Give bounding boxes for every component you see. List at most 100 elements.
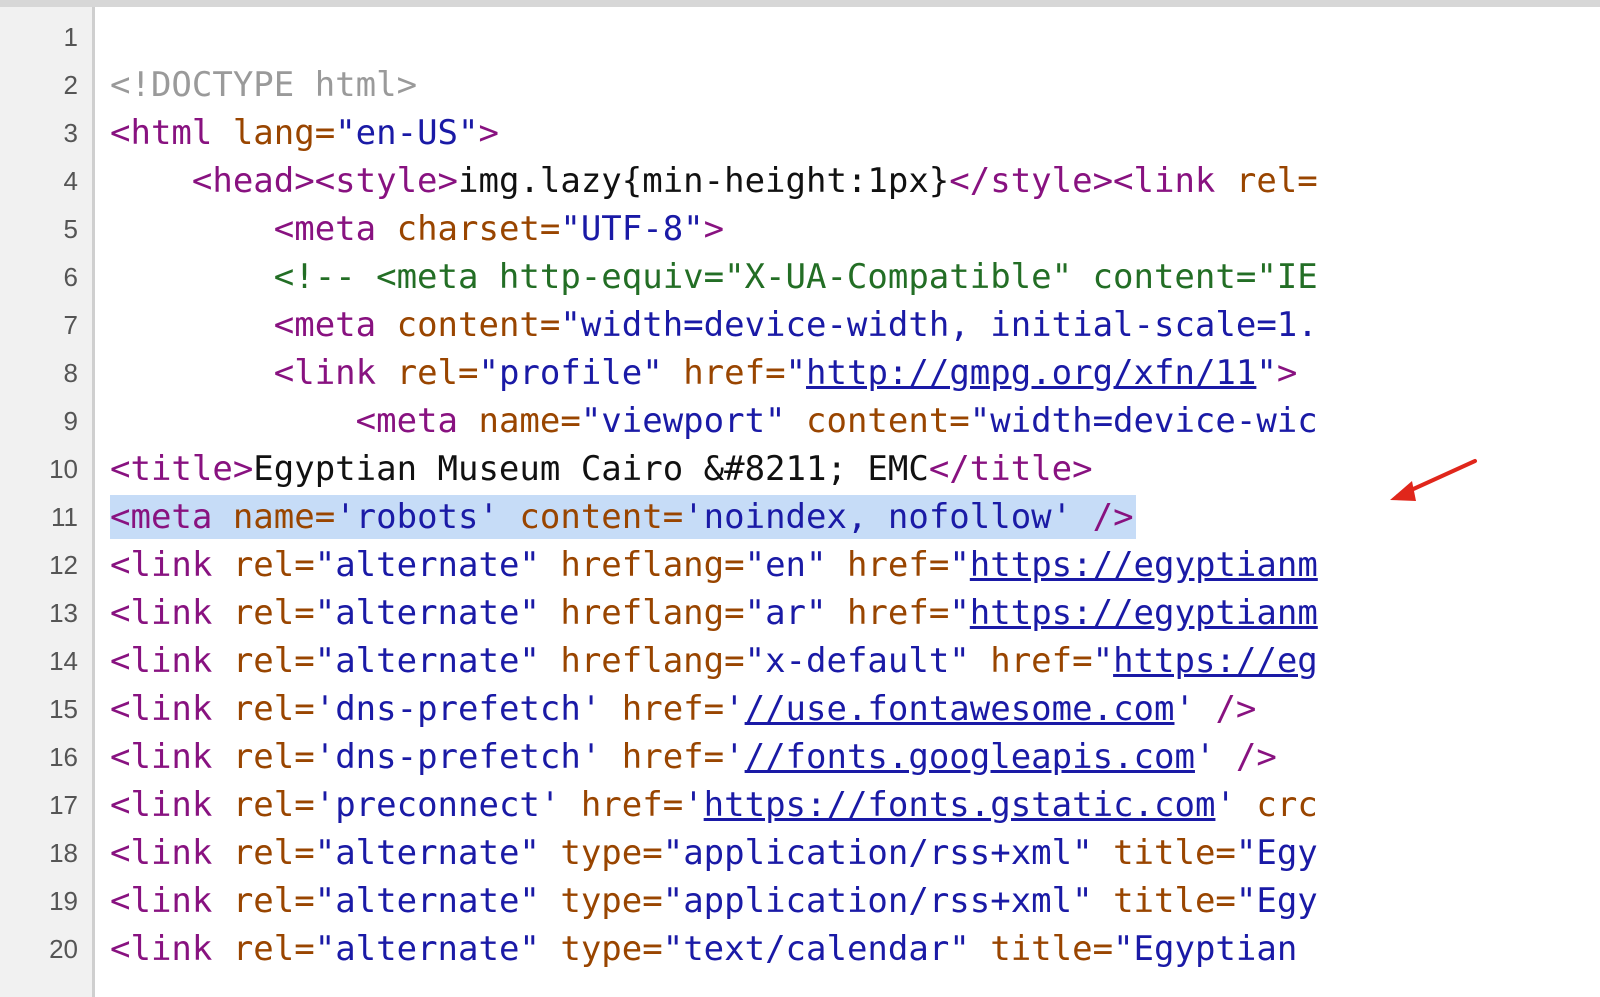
value-token: "UTF-8"	[560, 209, 704, 249]
attribute-token: rel=	[232, 737, 315, 777]
url-link[interactable]: https://egyptianm	[970, 593, 1318, 633]
attribute-token: content=	[806, 401, 970, 441]
url-link[interactable]: https://eg	[1113, 641, 1318, 681]
tag-token: />	[1235, 737, 1277, 777]
attribute-token: type=	[560, 929, 663, 969]
url-link[interactable]: https://fonts.gstatic.com	[704, 785, 1216, 825]
attribute-token: href=	[990, 641, 1093, 681]
attribute-token: type=	[560, 881, 663, 921]
value-token: "Egy	[1235, 881, 1318, 921]
line-number: 1	[63, 22, 78, 52]
value-token: '	[683, 785, 704, 825]
tag-token: <link	[110, 881, 233, 921]
url-link[interactable]: https://egyptianm	[970, 545, 1318, 585]
attribute-token: name=	[478, 401, 581, 441]
attribute-token: title=	[990, 929, 1114, 969]
attribute-token: href=	[621, 689, 725, 729]
tag-token: />	[1092, 497, 1134, 537]
value-token: "alternate"	[314, 929, 561, 969]
tag-token: <link	[110, 641, 233, 681]
attribute-token: rel=	[232, 833, 315, 873]
tag-token: <link	[110, 929, 233, 969]
code-line: <!-- <meta http-equiv="X-UA-Compatible" …	[110, 253, 1318, 301]
line-number: 11	[51, 502, 78, 532]
value-token: "alternate"	[314, 881, 561, 921]
attribute-token: href=	[683, 353, 786, 393]
source-viewer: 1 2 3 4 5 6 7 8 9 10 11 12 13 14 15 16 17 18 19 20 <!DOCTYP…	[0, 0, 1600, 997]
value-token: "Egy	[1235, 833, 1318, 873]
code-line: <link rel="alternate" hreflang="x-defaul…	[110, 637, 1318, 685]
attribute-token: title=	[1113, 881, 1236, 921]
line-number: 3	[63, 118, 78, 148]
tag-token: <meta	[110, 497, 233, 537]
value-token: 'noindex, nofollow'	[683, 497, 1093, 537]
tag-token: <html	[110, 113, 233, 153]
comment-token: <!-- <meta http-equiv="X-UA-Compatible" …	[273, 257, 1318, 297]
value-token: "en"	[744, 545, 847, 585]
line-number: 13	[49, 598, 78, 628]
tag-token: />	[1215, 689, 1257, 729]
code-line: <title>Egyptian Museum Cairo &#8211; EMC…	[110, 445, 1093, 493]
attribute-token: rel=	[232, 689, 315, 729]
tag-token: <meta	[273, 209, 397, 249]
value-token: "application/rss+xml"	[662, 833, 1114, 873]
code-line: <meta name="viewport" content="width=dev…	[110, 397, 1318, 445]
value-token: "viewport"	[580, 401, 806, 441]
value-token: "application/rss+xml"	[662, 881, 1114, 921]
tag-token: <link	[110, 737, 233, 777]
value-token: "ar"	[744, 593, 847, 633]
value-token: "profile"	[478, 353, 684, 393]
attribute-token: rel=	[232, 593, 315, 633]
attribute-token: hreflang=	[560, 545, 745, 585]
tag-token: <link	[273, 353, 397, 393]
attribute-token: content=	[519, 497, 684, 537]
line-number: 8	[63, 358, 78, 388]
attribute-token: rel=	[232, 545, 315, 585]
tag-token: <title>	[110, 449, 254, 489]
value-token: "alternate"	[314, 545, 561, 585]
value-token: "	[785, 353, 807, 393]
attribute-token: rel=	[396, 353, 479, 393]
attribute-token: content=	[396, 305, 561, 345]
value-token: "x-default"	[744, 641, 991, 681]
url-link[interactable]: //fonts.googleapis.com	[745, 737, 1195, 777]
code-line: <html lang="en-US">	[110, 109, 499, 157]
code-line: <link rel='dns-prefetch' href='//fonts.g…	[110, 733, 1277, 781]
url-link[interactable]: http://gmpg.org/xfn/11	[806, 353, 1256, 393]
value-token: "alternate"	[314, 833, 561, 873]
value-token: "alternate"	[314, 641, 561, 681]
attribute-token: rel=	[1235, 161, 1318, 201]
line-number: 2	[63, 70, 78, 100]
line-number: 9	[63, 406, 78, 436]
code-line: <link rel="alternate" hreflang="ar" href…	[110, 589, 1318, 637]
value-token: "	[949, 545, 970, 585]
attribute-token: rel=	[232, 785, 315, 825]
tag-token: <meta	[355, 401, 479, 441]
value-token: "alternate"	[314, 593, 561, 633]
line-number: 20	[49, 934, 78, 964]
attribute-token: href=	[846, 593, 950, 633]
value-token: "text/calendar"	[662, 929, 991, 969]
attribute-token: crc	[1256, 785, 1318, 825]
tag-token: </style><link	[949, 161, 1236, 201]
code-line: <link rel="alternate" type="application/…	[110, 829, 1318, 877]
code-area[interactable]: <!DOCTYPE html> <html lang="en-US"> <head…	[95, 7, 1600, 997]
text-token: img.lazy{min-height:1px}	[458, 161, 950, 201]
url-link[interactable]: //use.fontawesome.com	[745, 689, 1175, 729]
text-token: Egyptian Museum Cairo &#8211; EMC	[253, 449, 929, 489]
code-line: <meta content="width=device-width, initi…	[110, 301, 1318, 349]
attribute-token: href=	[846, 545, 950, 585]
tag-token: <link	[110, 593, 233, 633]
attribute-token: hreflang=	[560, 593, 745, 633]
code-line: <meta charset="UTF-8">	[110, 205, 724, 253]
value-token: '	[1174, 689, 1216, 729]
line-number: 16	[49, 742, 78, 772]
code-line: <link rel='preconnect' href='https://fon…	[110, 781, 1318, 829]
value-token: 'robots'	[335, 497, 520, 537]
tag-token: <link	[110, 785, 233, 825]
